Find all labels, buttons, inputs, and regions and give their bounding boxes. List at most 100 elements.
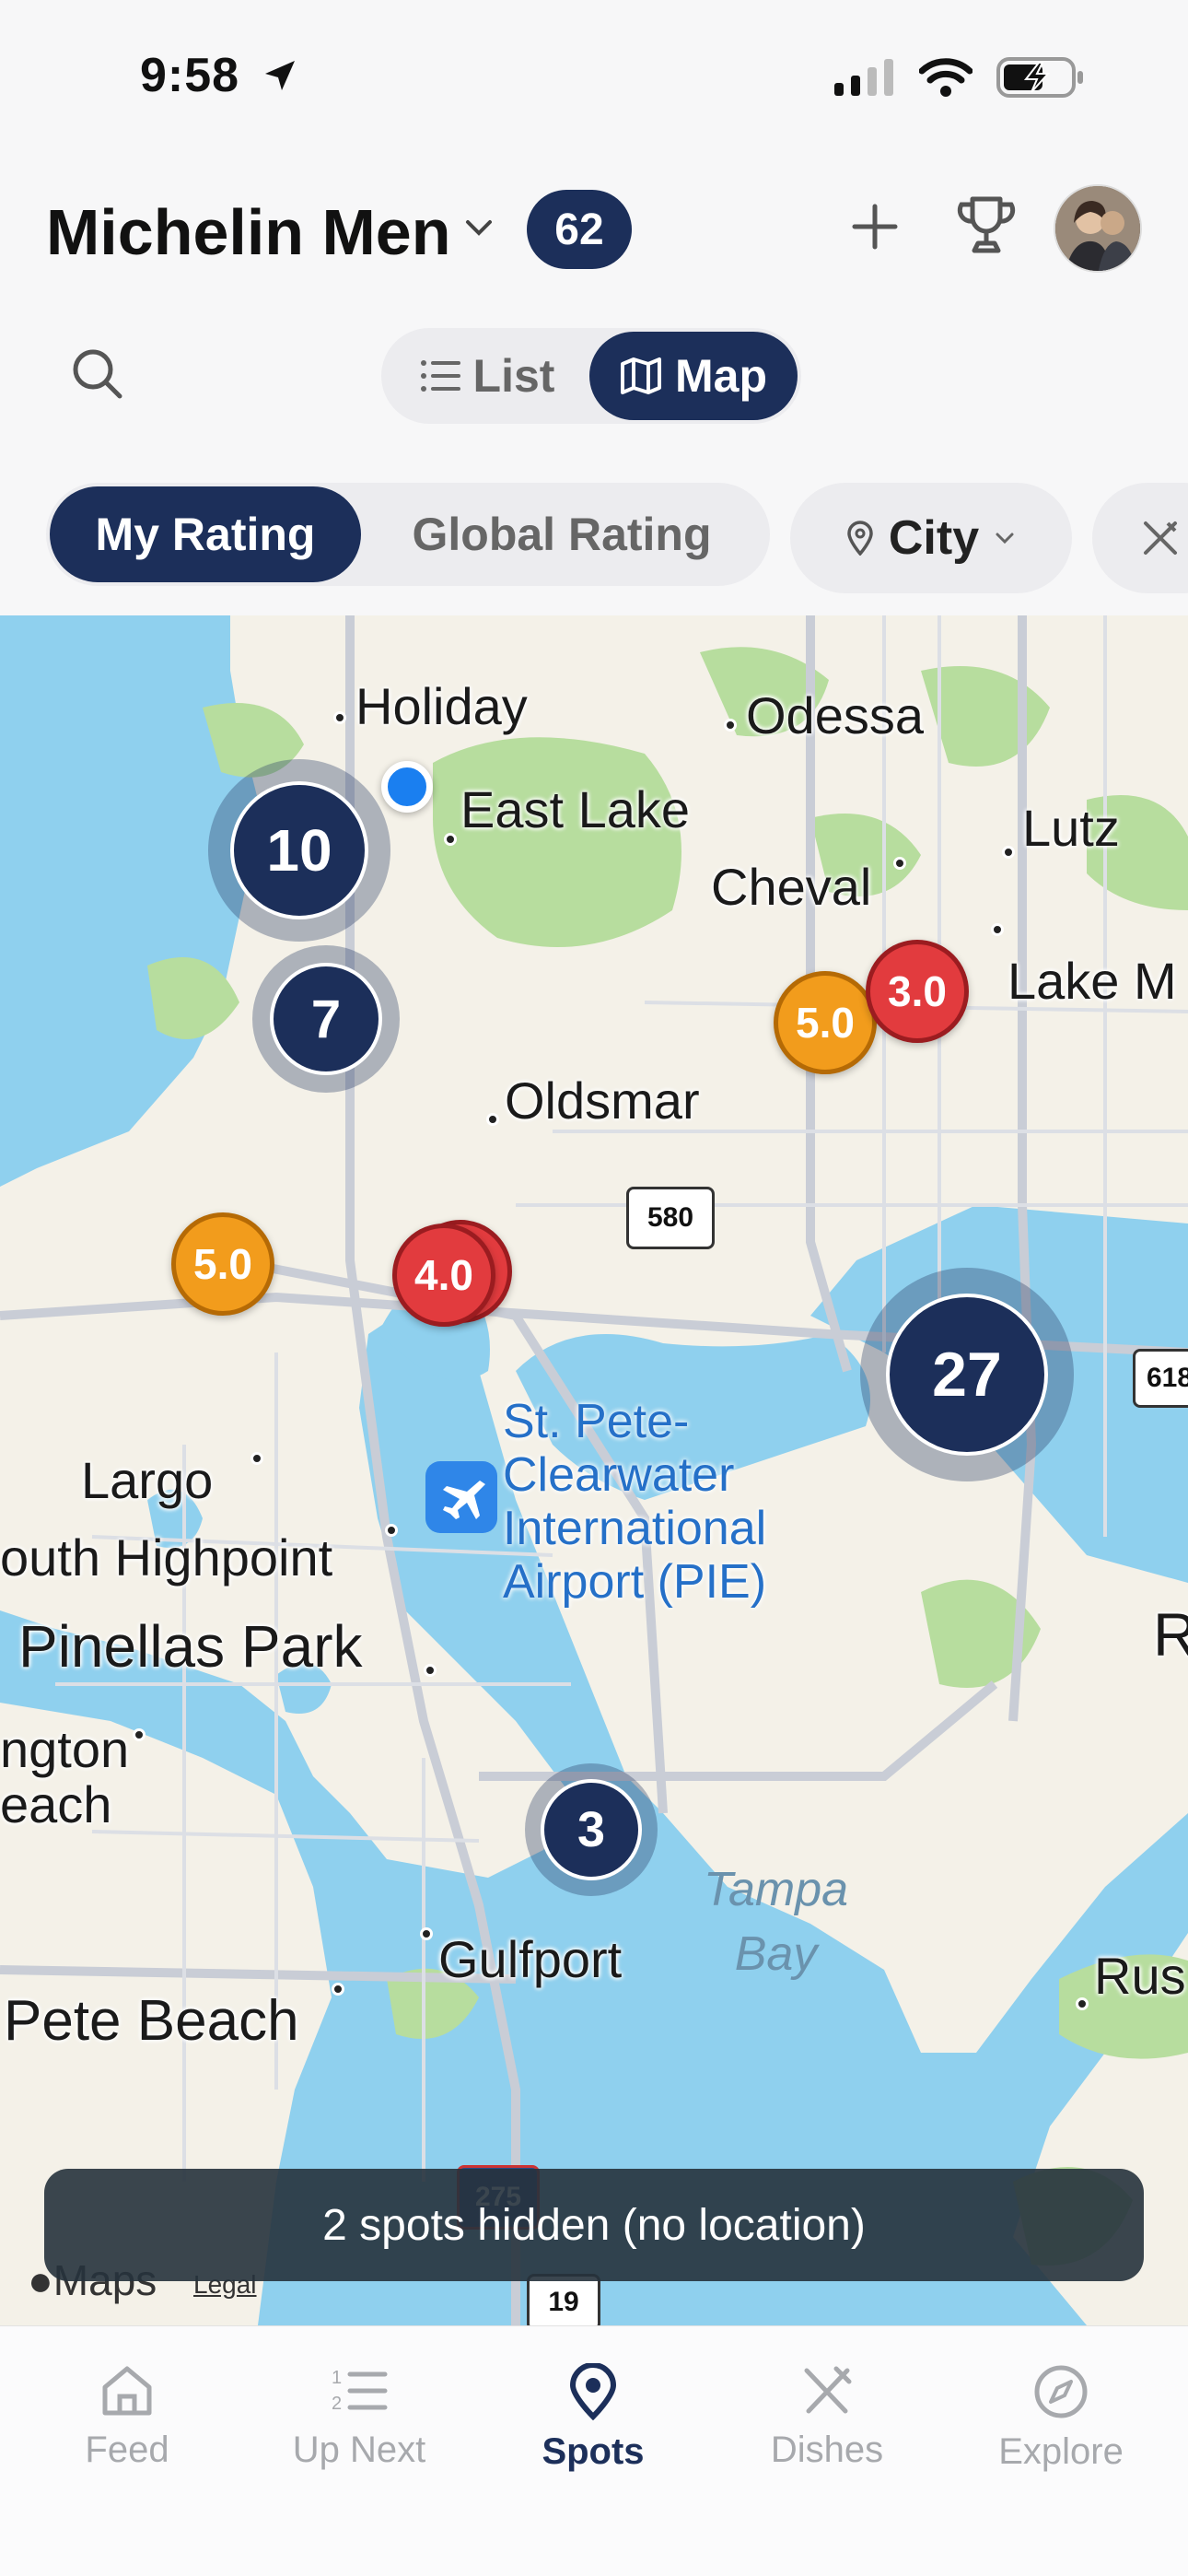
ngton-dot bbox=[133, 1728, 146, 1741]
location-pin-icon bbox=[847, 521, 873, 556]
tab-dishes[interactable]: Dishes bbox=[726, 2363, 928, 2471]
svg-text:2: 2 bbox=[332, 2394, 342, 2414]
rating-pin[interactable]: 3.0 bbox=[866, 940, 969, 1043]
list-icon bbox=[420, 360, 460, 392]
chevron-down-icon bbox=[996, 533, 1014, 544]
tab-explore-label: Explore bbox=[998, 2431, 1124, 2472]
search-icon[interactable] bbox=[70, 346, 125, 402]
tampa-bay-label: Tampa Bay bbox=[704, 1857, 848, 1986]
place-holiday: Holiday bbox=[355, 677, 528, 735]
place-each: each bbox=[0, 1775, 112, 1833]
tab-feed-label: Feed bbox=[85, 2430, 169, 2470]
tab-explore[interactable]: Explore bbox=[960, 2363, 1162, 2473]
cluster-count: 27 bbox=[886, 1294, 1048, 1456]
route-618-shield: 618 bbox=[1133, 1349, 1188, 1408]
largo-dot bbox=[250, 1452, 263, 1465]
place-east-lake: East Lake bbox=[460, 780, 691, 838]
member-count-badge: 62 bbox=[527, 190, 632, 269]
utensils-icon bbox=[804, 2366, 852, 2414]
tab-spots[interactable]: Spots bbox=[492, 2363, 694, 2473]
rating-pin[interactable]: 5.0 bbox=[774, 971, 877, 1074]
my-rating-chip[interactable]: My Rating bbox=[50, 486, 361, 582]
place-largo: Largo bbox=[81, 1451, 214, 1509]
place-ngton: ngton bbox=[0, 1720, 130, 1778]
utensils-icon bbox=[1144, 521, 1177, 555]
map-icon bbox=[621, 357, 661, 394]
map-label: Map bbox=[675, 350, 767, 402]
current-location-dot bbox=[381, 761, 433, 813]
cluster-count: 7 bbox=[270, 963, 382, 1075]
trophy-icon[interactable] bbox=[956, 193, 1017, 258]
city-filter-chip[interactable]: City bbox=[790, 483, 1072, 593]
status-time: 9:58 bbox=[140, 49, 240, 102]
place-cheval: Cheval bbox=[711, 858, 872, 916]
add-button[interactable] bbox=[847, 199, 903, 254]
chevron-down-icon[interactable] bbox=[462, 217, 495, 239]
avatar[interactable] bbox=[1054, 184, 1142, 273]
airport-label: St. Pete- Clearwater International Airpo… bbox=[503, 1395, 766, 1609]
place-south-highpoint: outh Highpoint bbox=[0, 1528, 333, 1587]
map-cluster[interactable]: 10 bbox=[208, 759, 390, 942]
tab-feed[interactable]: Feed bbox=[26, 2363, 228, 2471]
pete-beach-dot bbox=[332, 1983, 344, 1996]
view-toggle: List Map bbox=[381, 328, 801, 424]
airport-line-2: Clearwater bbox=[503, 1448, 735, 1502]
dishes-filter-chip[interactable] bbox=[1092, 483, 1188, 593]
list-label: List bbox=[472, 350, 555, 402]
holiday-dot bbox=[333, 711, 346, 724]
status-bar: 9:58 bbox=[0, 0, 1188, 157]
list-view-button[interactable]: List bbox=[385, 332, 589, 420]
water-line-1: Tampa bbox=[704, 1863, 849, 1916]
tab-up-next[interactable]: 1 2 Up Next bbox=[258, 2363, 460, 2471]
filter-row: My Rating Global Rating City bbox=[0, 483, 1188, 593]
place-r: R bbox=[1153, 1600, 1188, 1669]
location-pin-icon bbox=[569, 2363, 617, 2420]
water-line-2: Bay bbox=[734, 1927, 818, 1981]
place-odessa: Odessa bbox=[746, 686, 924, 744]
gulfport-dot bbox=[420, 1927, 433, 1940]
route-580-shield: 580 bbox=[626, 1187, 715, 1249]
tab-spots-label: Spots bbox=[542, 2431, 645, 2472]
rus-dot bbox=[1076, 1997, 1089, 2010]
lutz-dot bbox=[1002, 846, 1015, 859]
place-lutz: Lutz bbox=[1022, 799, 1120, 857]
global-rating-chip[interactable]: Global Rating bbox=[378, 486, 746, 582]
compass-icon bbox=[1034, 2365, 1088, 2418]
cellular-signal-icon bbox=[834, 59, 893, 96]
map-view[interactable]: Holiday Odessa East Lake Lutz Cheval Lak… bbox=[0, 615, 1188, 2325]
location-arrow-icon bbox=[265, 61, 295, 90]
rating-type-toggle: My Rating Global Rating bbox=[46, 483, 770, 586]
wifi-icon bbox=[919, 58, 973, 97]
us-19-shield: 19 bbox=[527, 2274, 600, 2325]
airport-line-3: International bbox=[503, 1502, 767, 1555]
airport-icon[interactable] bbox=[425, 1461, 497, 1533]
place-gulfport: Gulfport bbox=[438, 1930, 623, 1988]
map-view-button[interactable]: Map bbox=[589, 332, 798, 420]
map-cluster[interactable]: 7 bbox=[252, 945, 400, 1093]
tab-dishes-label: Dishes bbox=[770, 2430, 884, 2470]
place-rus: Rus bbox=[1094, 1947, 1186, 2005]
map-cluster[interactable]: 27 bbox=[860, 1268, 1074, 1481]
place-pinellas-park: Pinellas Park bbox=[18, 1613, 363, 1680]
hidden-spots-notice: 2 spots hidden (no location) bbox=[44, 2169, 1144, 2281]
map-cluster[interactable]: 3 bbox=[525, 1763, 658, 1896]
oldsmar-dot bbox=[486, 1113, 499, 1126]
rating-pin[interactable]: 4.0 bbox=[392, 1224, 495, 1327]
cluster-count: 3 bbox=[541, 1779, 642, 1880]
airport-line-1: St. Pete- bbox=[503, 1395, 690, 1448]
battery-charging-icon bbox=[996, 57, 1083, 98]
numbered-list-icon: 1 2 bbox=[332, 2368, 388, 2414]
lake-m-dot bbox=[991, 923, 1004, 936]
cheval-dot bbox=[893, 857, 906, 870]
tab-up-next-label: Up Next bbox=[292, 2430, 426, 2470]
place-pete-beach: Pete Beach bbox=[4, 1989, 299, 2053]
svg-text:1: 1 bbox=[332, 2368, 342, 2388]
rating-pin[interactable]: 5.0 bbox=[171, 1212, 274, 1316]
group-title[interactable]: Michelin Men bbox=[46, 195, 450, 269]
header: Michelin Men 62 bbox=[0, 175, 1188, 295]
cluster-count: 10 bbox=[230, 781, 368, 919]
tab-bar: Feed 1 2 Up Next Spots Dishes Explore bbox=[0, 2325, 1188, 2576]
home-icon bbox=[102, 2366, 152, 2416]
east-lake-dot bbox=[444, 833, 457, 846]
profile-photo bbox=[1055, 186, 1140, 271]
